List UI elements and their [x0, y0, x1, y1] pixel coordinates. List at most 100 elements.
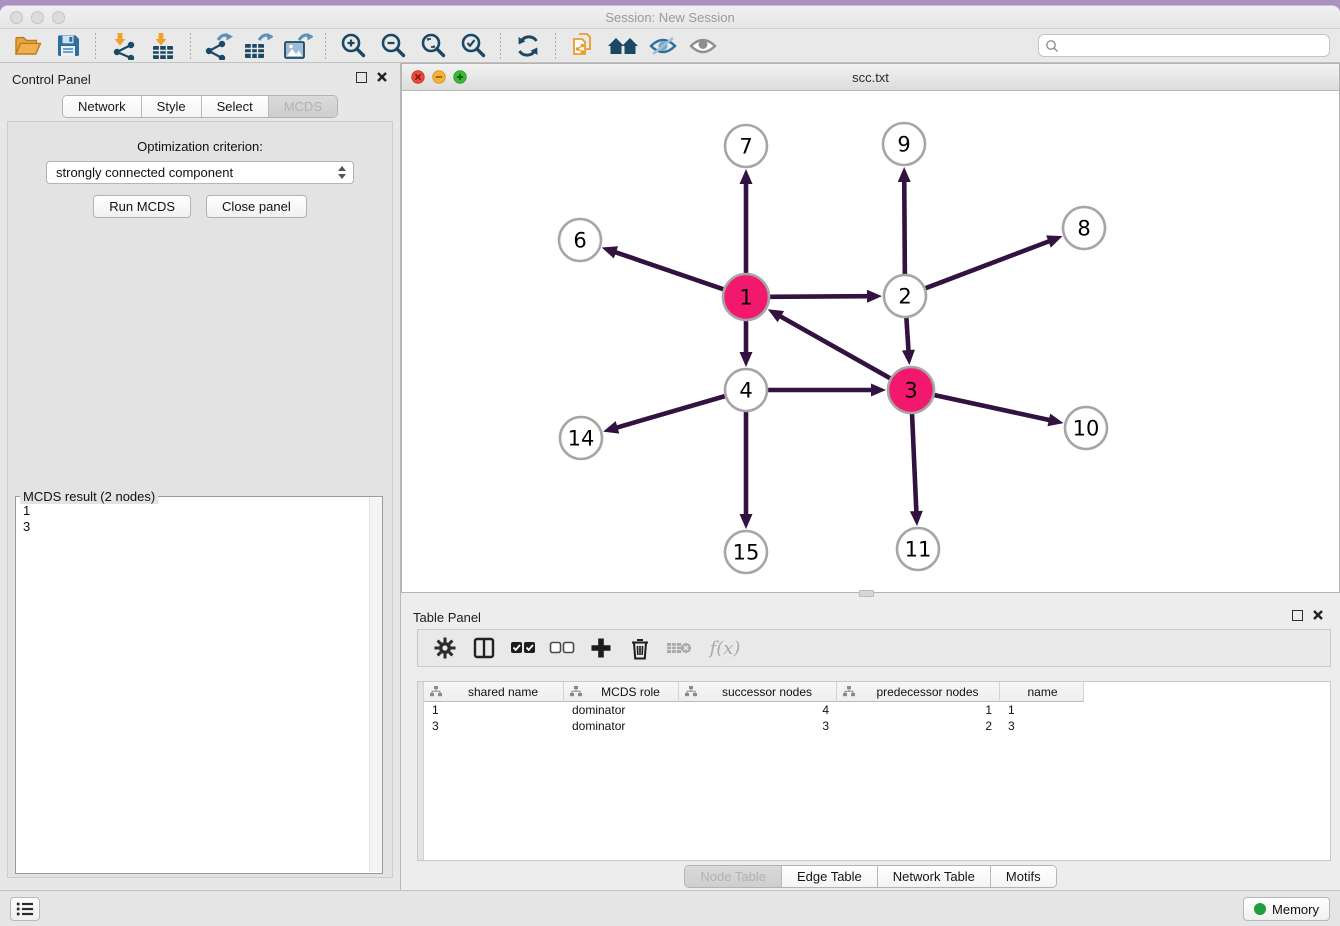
- criterion-dropdown-value: strongly connected component: [56, 165, 233, 180]
- graph-node-label: 2: [898, 285, 911, 309]
- save-session-button[interactable]: [50, 31, 86, 61]
- result-scrollbar[interactable]: [369, 498, 382, 872]
- duplicate-network-button[interactable]: [565, 31, 601, 61]
- network-view-window: scc.txt 7968124314101511: [401, 63, 1340, 593]
- divider-handle-icon[interactable]: [859, 590, 874, 597]
- zoom-in-button[interactable]: [335, 31, 371, 61]
- close-table-panel-icon[interactable]: [1312, 609, 1324, 621]
- network-graph[interactable]: 7968124314101511: [402, 91, 1335, 592]
- arrowhead-icon: [740, 169, 753, 184]
- edge-1-2[interactable]: [769, 296, 868, 297]
- tab-style[interactable]: Style: [141, 96, 201, 117]
- export-image-button[interactable]: [280, 31, 316, 61]
- home-icon: [607, 34, 639, 58]
- search-input[interactable]: [1063, 35, 1329, 56]
- show-all-button[interactable]: [685, 31, 721, 61]
- tab-node-table[interactable]: Node Table: [685, 866, 781, 887]
- import-table-button[interactable]: [145, 31, 181, 61]
- tab-select[interactable]: Select: [201, 96, 268, 117]
- export-table-icon: [243, 32, 273, 60]
- table-settings-button[interactable]: [430, 633, 460, 663]
- export-table-button[interactable]: [240, 31, 276, 61]
- node-table[interactable]: shared nameMCDS rolesuccessor nodesprede…: [417, 681, 1331, 861]
- column-header-predecessor-nodes[interactable]: predecessor nodes: [837, 682, 1000, 702]
- tab-network[interactable]: Network: [63, 96, 141, 117]
- memory-button[interactable]: Memory: [1243, 897, 1330, 921]
- arrowhead-icon: [1046, 235, 1062, 247]
- open-session-button[interactable]: [10, 31, 46, 61]
- save-floppy-icon: [55, 33, 81, 59]
- titlebar: Session: New Session: [0, 6, 1340, 29]
- cell-MCDS-role[interactable]: dominator: [564, 702, 679, 718]
- arrowhead-icon: [871, 384, 886, 397]
- optimization-criterion-label: Optimization criterion:: [8, 139, 392, 154]
- cell-successor-nodes[interactable]: 3: [679, 718, 837, 734]
- zoom-selected-button[interactable]: [455, 31, 491, 61]
- export-network-icon: [203, 32, 233, 60]
- edge-3-11[interactable]: [912, 413, 916, 512]
- column-header-MCDS-role[interactable]: MCDS role: [564, 682, 679, 702]
- refresh-layout-button[interactable]: [510, 31, 546, 61]
- tab-edge-table[interactable]: Edge Table: [781, 866, 877, 887]
- close-panel-button[interactable]: Close panel: [206, 195, 307, 218]
- network-canvas[interactable]: 7968124314101511: [402, 91, 1339, 592]
- import-network-button[interactable]: [105, 31, 141, 61]
- tab-mcds[interactable]: MCDS: [268, 96, 337, 117]
- home-view-button[interactable]: [605, 31, 641, 61]
- float-table-panel-icon[interactable]: [1292, 610, 1303, 621]
- cell-successor-nodes[interactable]: 4: [679, 702, 837, 718]
- edge-3-1[interactable]: [780, 316, 891, 379]
- float-panel-icon[interactable]: [356, 72, 367, 83]
- zoom-in-icon: [339, 32, 367, 60]
- graph-node-label: 1: [739, 286, 752, 310]
- run-mcds-button[interactable]: Run MCDS: [93, 195, 191, 218]
- cell-shared-name[interactable]: 1: [424, 702, 564, 718]
- import-table-icon: [149, 32, 177, 60]
- edge-1-6[interactable]: [615, 252, 724, 290]
- task-history-button[interactable]: [10, 897, 40, 921]
- graph-node-label: 4: [739, 379, 752, 403]
- hide-selected-button[interactable]: [645, 31, 681, 61]
- cell-name[interactable]: 3: [1000, 718, 1084, 734]
- edge-2-9[interactable]: [904, 181, 905, 275]
- edge-2-3[interactable]: [906, 317, 908, 351]
- memory-status-icon: [1254, 903, 1266, 915]
- zoom-selected-icon: [459, 32, 487, 60]
- create-column-button[interactable]: [586, 633, 616, 663]
- network-window-titlebar[interactable]: scc.txt: [402, 64, 1339, 91]
- edge-2-8[interactable]: [925, 241, 1050, 288]
- cell-predecessor-nodes[interactable]: 1: [837, 702, 1000, 718]
- table-row[interactable]: 1dominator411: [424, 702, 1084, 718]
- control-panel: Control Panel NetworkStyleSelectMCDS Opt…: [0, 63, 401, 891]
- table-panel-title: Table Panel: [413, 610, 481, 625]
- cell-shared-name[interactable]: 3: [424, 718, 564, 734]
- main-toolbar: [0, 29, 1340, 63]
- toolbar-separator: [190, 33, 191, 59]
- tab-motifs[interactable]: Motifs: [990, 866, 1056, 887]
- cell-predecessor-nodes[interactable]: 2: [837, 718, 1000, 734]
- split-divider[interactable]: [401, 593, 1340, 601]
- mcds-result-box: MCDS result (2 nodes) 13: [15, 496, 383, 874]
- column-header-name[interactable]: name: [1000, 682, 1084, 702]
- unselect-all-columns-button[interactable]: [547, 633, 577, 663]
- close-panel-icon[interactable]: [376, 71, 388, 83]
- column-header-shared-name[interactable]: shared name: [424, 682, 564, 702]
- select-all-columns-button[interactable]: [508, 633, 538, 663]
- table-tabs: Node TableEdge TableNetwork TableMotifs: [684, 865, 1056, 888]
- cell-MCDS-role[interactable]: dominator: [564, 718, 679, 734]
- tab-network-table[interactable]: Network Table: [877, 866, 990, 887]
- zoom-out-button[interactable]: [375, 31, 411, 61]
- column-header-successor-nodes[interactable]: successor nodes: [679, 682, 837, 702]
- cell-name[interactable]: 1: [1000, 702, 1084, 718]
- criterion-dropdown[interactable]: strongly connected component: [46, 161, 354, 184]
- edge-4-14[interactable]: [617, 396, 726, 428]
- delete-column-button[interactable]: [625, 633, 655, 663]
- zoom-fit-button[interactable]: [415, 31, 451, 61]
- show-column-panel-button[interactable]: [469, 633, 499, 663]
- search-field[interactable]: [1038, 34, 1330, 57]
- export-network-button[interactable]: [200, 31, 236, 61]
- graph-node-label: 8: [1077, 217, 1090, 241]
- delete-table-button-disabled: [664, 633, 694, 663]
- edge-3-10[interactable]: [933, 395, 1049, 420]
- table-row[interactable]: 3dominator323: [424, 718, 1084, 734]
